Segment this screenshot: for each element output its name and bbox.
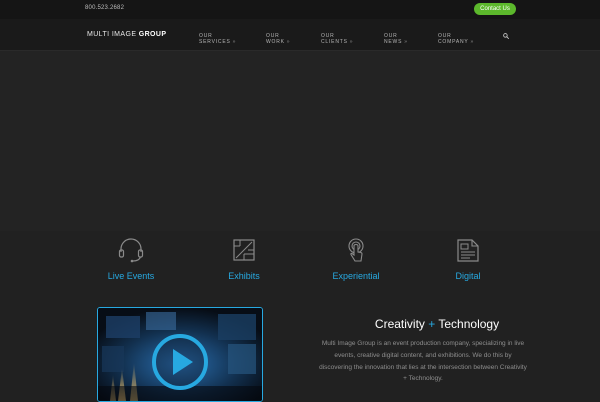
- feature-live-events[interactable]: Live Events: [81, 237, 181, 281]
- video-thumbnail[interactable]: [97, 307, 263, 402]
- nav-label-line2: SERVICES: [199, 39, 231, 45]
- play-icon[interactable]: [151, 333, 209, 391]
- hero-area: [0, 51, 600, 231]
- nav-our-news[interactable]: OUR NEWS»: [384, 33, 408, 45]
- feature-label: Live Events: [107, 271, 155, 281]
- nav-label-line2: NEWS: [384, 39, 403, 45]
- nav-label-line2: WORK: [266, 39, 285, 45]
- chevron-right-icon: »: [286, 39, 291, 45]
- headset-icon: [118, 238, 144, 263]
- logo-text-bold: GROUP: [138, 31, 167, 38]
- chevron-right-icon: »: [349, 39, 354, 45]
- nav-our-clients[interactable]: OUR CLIENTS»: [321, 33, 353, 45]
- chevron-right-icon: »: [404, 39, 408, 45]
- nav-our-work[interactable]: OUR WORK»: [266, 33, 290, 45]
- phone-number[interactable]: 800.523.2682: [85, 5, 124, 11]
- feature-exhibits[interactable]: Exhibits: [194, 237, 294, 281]
- main-navbar: MULTI IMAGE GROUP OUR SERVICES» OUR WORK…: [0, 19, 600, 51]
- nav-our-company[interactable]: OUR COMPANY»: [438, 33, 474, 45]
- headline-part2: Technology: [435, 317, 500, 331]
- intro-headline: Creativity + Technology: [320, 317, 554, 331]
- intro-paragraph: Multi Image Group is an event production…: [319, 340, 527, 383]
- logo-text-regular: MULTI IMAGE: [87, 31, 139, 38]
- contact-us-button[interactable]: Contact Us: [474, 3, 516, 15]
- feature-label: Exhibits: [228, 271, 260, 281]
- feature-label: Experiential: [332, 271, 380, 281]
- nav-label-line2: CLIENTS: [321, 39, 348, 45]
- digital-document-icon: [457, 239, 479, 262]
- nav-our-services[interactable]: OUR SERVICES»: [199, 33, 236, 45]
- chevron-right-icon: »: [232, 39, 237, 45]
- nav-label-line2: COMPANY: [438, 39, 469, 45]
- feature-experiential[interactable]: Experiential: [306, 237, 406, 281]
- logo[interactable]: MULTI IMAGE GROUP: [87, 31, 166, 38]
- touch-icon: [348, 238, 364, 262]
- top-bar: 800.523.2682 Contact Us: [0, 0, 600, 19]
- feature-digital[interactable]: Digital: [418, 237, 518, 281]
- chevron-right-icon: »: [470, 39, 475, 45]
- search-icon[interactable]: [503, 33, 509, 39]
- blueprint-icon: [233, 239, 255, 261]
- feature-label: Digital: [455, 271, 481, 281]
- headline-part1: Creativity: [374, 317, 429, 331]
